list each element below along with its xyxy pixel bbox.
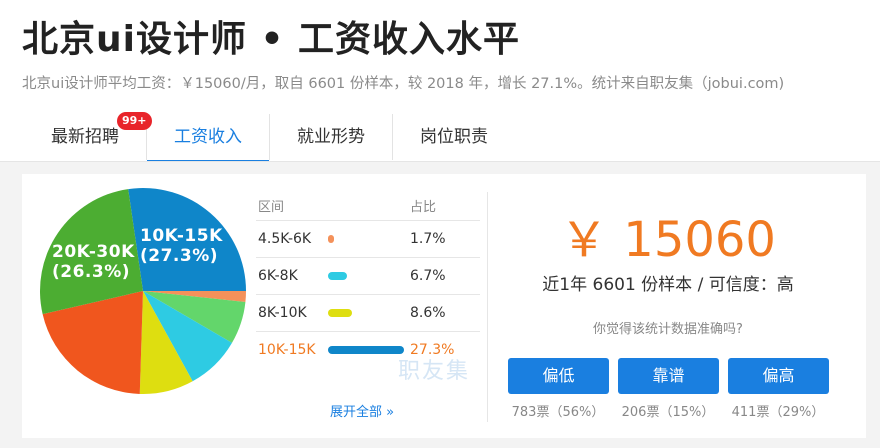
- salary-pie-chart: [40, 188, 246, 394]
- row-bar: [328, 272, 347, 280]
- col-header-range: 区间: [258, 200, 285, 215]
- page-title: 北京ui设计师 • 工资收入水平: [22, 19, 521, 60]
- vote-high-count: 411票（29%）: [731, 405, 825, 420]
- col-header-pct: 占比: [410, 200, 437, 215]
- page-subtitle: 北京ui设计师平均工资：￥15060/月，取自 6601 份样本，较 2018 …: [22, 76, 785, 92]
- sample-info: 近1年 6601 份样本 / 可信度：高: [542, 275, 794, 295]
- row-bar: [328, 346, 404, 354]
- pie-label-10k-15k: 10K-15K (27.3%): [140, 226, 223, 266]
- vote-low-button[interactable]: 偏低: [508, 358, 609, 394]
- row-bar: [328, 235, 334, 243]
- new-jobs-badge: 99+: [117, 112, 152, 130]
- salary-pie-chart: [0, 0, 1, 1]
- vote-low-count: 783票（56%）: [511, 405, 605, 420]
- row-pct: 1.7%: [410, 231, 446, 247]
- table-row: 4.5K-6K 1.7%: [256, 220, 480, 258]
- table-row: 6K-8K 6.7%: [256, 257, 480, 295]
- pie-label-range: 20K-30K: [52, 242, 135, 262]
- tab-salary[interactable]: 工资收入: [147, 112, 269, 163]
- vote-accurate-button[interactable]: 靠谱: [618, 358, 719, 394]
- vote-high-button[interactable]: 偏高: [728, 358, 829, 394]
- pie-label-20k-30k: 20K-30K (26.3%): [52, 242, 135, 282]
- expand-all-link[interactable]: 展开全部 »: [330, 401, 394, 420]
- watermark: 职友集: [398, 359, 471, 384]
- vertical-divider: [487, 192, 488, 422]
- row-pct: 6.7%: [410, 268, 446, 284]
- row-pct: 8.6%: [410, 305, 446, 321]
- row-range: 10K-15K: [258, 342, 316, 358]
- average-salary: ￥ 15060: [560, 212, 776, 268]
- tab-duties[interactable]: 岗位职责: [393, 112, 515, 160]
- tab-employment[interactable]: 就业形势: [270, 112, 392, 160]
- accuracy-question: 你觉得该统计数据准确吗?: [593, 322, 743, 337]
- row-range: 4.5K-6K: [258, 231, 312, 247]
- row-bar: [328, 309, 352, 317]
- row-range: 6K-8K: [258, 268, 298, 284]
- table-row: 8K-10K 8.6%: [256, 294, 480, 332]
- pie-label-range: 10K-15K: [140, 226, 223, 246]
- pie-label-pct: (26.3%): [52, 262, 131, 282]
- vote-accurate-count: 206票（15%）: [621, 405, 715, 420]
- row-range: 8K-10K: [258, 305, 307, 321]
- pie-label-pct: (27.3%): [140, 246, 219, 266]
